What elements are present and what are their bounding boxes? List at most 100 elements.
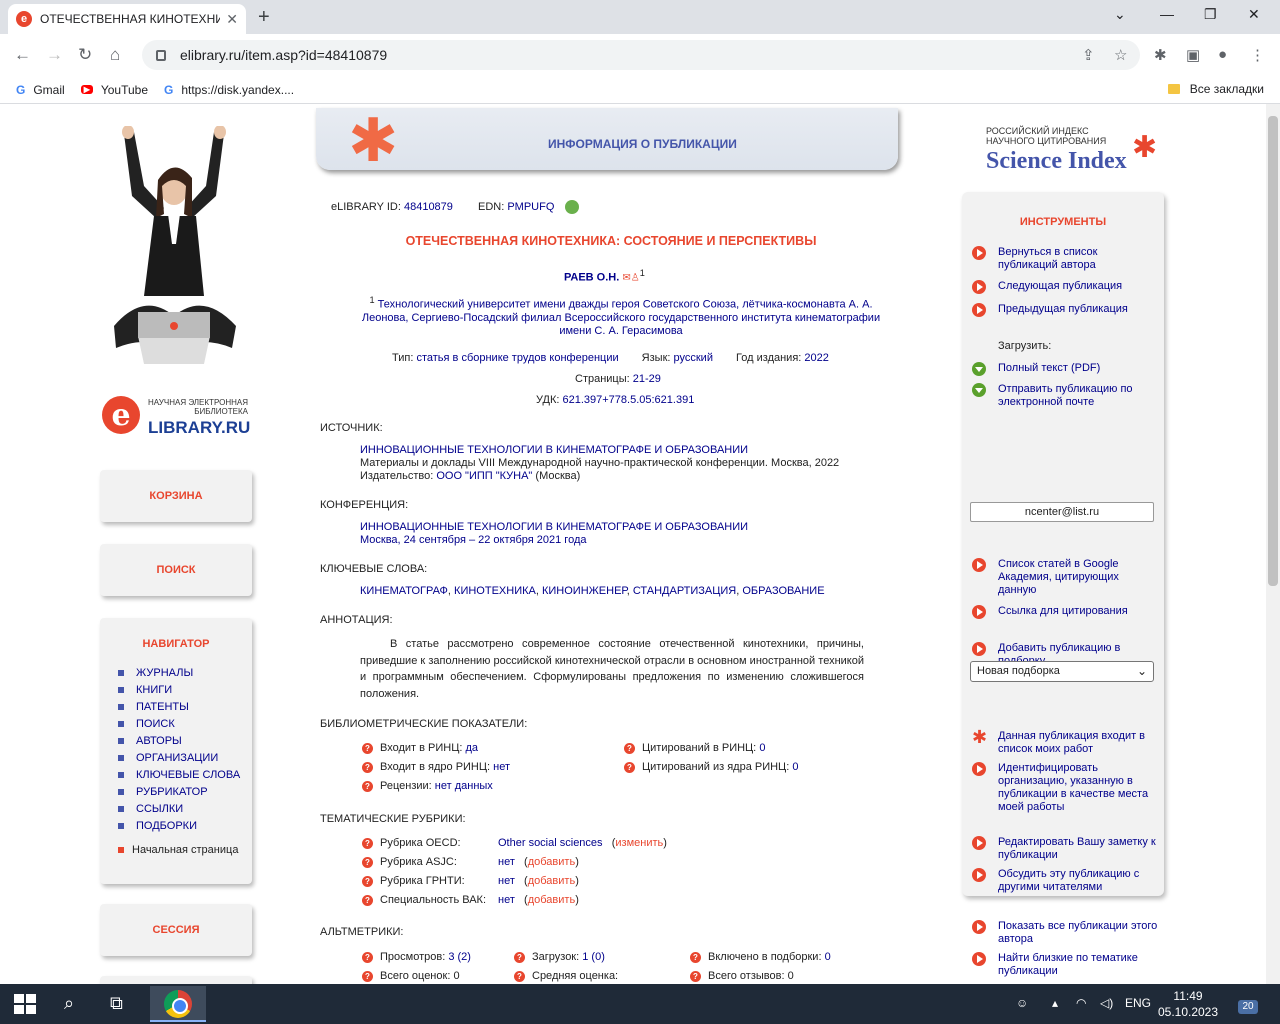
source-title-link[interactable]: ИННОВАЦИОННЫЕ ТЕХНОЛОГИИ В КИНЕМАТОГРАФЕ… — [360, 444, 748, 456]
keyword-link[interactable]: ОБРАЗОВАНИЕ — [742, 585, 824, 597]
network-icon[interactable]: ◠ — [1076, 996, 1086, 1010]
edn-value[interactable]: PMPUFQ — [507, 201, 554, 213]
language-indicator[interactable]: ENG — [1125, 996, 1151, 1010]
google-scholar-citing[interactable]: Список статей в Google Академия, цитирую… — [972, 558, 1158, 597]
science-index-logo[interactable]: РОССИЙСКИЙ ИНДЕКС НАУЧНОГО ЦИТИРОВАНИЯ S… — [986, 126, 1157, 176]
search-button[interactable]: ПОИСК — [100, 544, 252, 596]
address-bar[interactable]: elibrary.ru/item.asp?id=48410879 — [142, 40, 1140, 70]
help-icon[interactable]: ? — [362, 894, 373, 906]
citations-value[interactable]: 0 — [759, 742, 765, 754]
email-input[interactable]: ncenter@list.ru — [970, 502, 1154, 522]
elib-id-value[interactable]: 48410879 — [404, 201, 453, 213]
nav-item-authors[interactable]: АВТОРЫ — [118, 732, 252, 749]
scrollbar[interactable] — [1266, 104, 1280, 984]
help-icon[interactable]: ? — [624, 742, 635, 754]
bookmark-star-icon[interactable]: ☆ — [1114, 46, 1127, 64]
clock[interactable]: 11:49 05.10.2023 — [1156, 988, 1220, 1020]
show-all-author-publications[interactable]: Показать все публикации этого автора — [972, 920, 1158, 946]
fulltext-pdf[interactable]: Полный текст (PDF) — [972, 362, 1158, 376]
sidepanel-icon[interactable]: ▣ — [1186, 46, 1200, 64]
reviews-value[interactable]: нет данных — [435, 780, 493, 792]
send-by-email[interactable]: Отправить публикацию по электронной почт… — [972, 383, 1158, 409]
email-author-icon[interactable]: ✉ — [622, 273, 630, 284]
all-bookmarks[interactable]: Все закладки — [1167, 82, 1264, 96]
help-icon[interactable]: ? — [362, 856, 373, 868]
chrome-taskbar-button[interactable] — [150, 986, 206, 1022]
rubric-action-link[interactable]: добавить — [528, 875, 575, 887]
help-icon[interactable]: ? — [514, 951, 525, 963]
nav-item-patents[interactable]: ПАТЕНТЫ — [118, 698, 252, 715]
views-value[interactable]: 3 (2) — [448, 951, 471, 963]
help-icon[interactable]: ? — [362, 970, 373, 982]
back-to-author-list[interactable]: Вернуться в список публикаций автора — [972, 246, 1158, 272]
share-icon[interactable]: ⇪ — [1082, 46, 1095, 64]
reload-icon[interactable]: ↻ — [78, 45, 92, 65]
keyword-link[interactable]: КИНОТЕХНИКА — [454, 585, 536, 597]
rubric-action-link[interactable]: добавить — [528, 856, 575, 868]
nav-item-keywords[interactable]: КЛЮЧЕВЫЕ СЛОВА — [118, 766, 252, 783]
next-publication[interactable]: Следующая публикация — [972, 280, 1158, 294]
discuss-publication[interactable]: Обсудить эту публикацию с другими читате… — [972, 868, 1158, 894]
menu-icon[interactable]: ⋮ — [1250, 46, 1265, 64]
help-icon[interactable]: ? — [362, 837, 373, 849]
keyword-link[interactable]: КИНОИНЖЕНЕР — [542, 585, 627, 597]
help-icon[interactable]: ? — [514, 970, 525, 982]
nav-item-links[interactable]: ССЫЛКИ — [118, 800, 252, 817]
volume-icon[interactable]: ◁) — [1100, 996, 1113, 1010]
tray-arrow-icon[interactable]: ▴ — [1052, 996, 1058, 1010]
tab-search-icon[interactable]: ⌄ — [1114, 6, 1126, 23]
help-icon[interactable]: ? — [690, 970, 701, 982]
lock-icon[interactable] — [156, 49, 166, 61]
citation-link[interactable]: Ссылка для цитирования — [972, 605, 1158, 619]
bookmark-gmail[interactable]: G Gmail — [16, 83, 65, 97]
keyword-link[interactable]: СТАНДАРТИЗАЦИЯ — [633, 585, 736, 597]
help-icon[interactable]: ? — [362, 761, 373, 773]
notification-badge[interactable]: 20 — [1238, 1000, 1258, 1014]
nav-item-rubricator[interactable]: РУБРИКАТОР — [118, 783, 252, 800]
nav-item-journals[interactable]: ЖУРНАЛЫ — [118, 664, 252, 681]
elibrary-logo[interactable]: e НАУЧНАЯ ЭЛЕКТРОННАЯ БИБЛИОТЕКА LIBRARY… — [102, 394, 252, 440]
task-view-icon[interactable]: ⧉ — [110, 993, 123, 1014]
close-tab-icon[interactable]: ✕ — [226, 11, 238, 28]
bookmark-yandex-disk[interactable]: Ghttps://disk.yandex.... — [164, 83, 294, 97]
nav-item-organizations[interactable]: ОРГАНИЗАЦИИ — [118, 749, 252, 766]
qr-code-icon[interactable] — [565, 200, 580, 214]
nav-home-link[interactable]: Начальная страница — [118, 844, 252, 856]
close-window-icon[interactable]: ✕ — [1248, 6, 1260, 23]
identify-organization[interactable]: Идентифицировать организацию, указанную … — [972, 762, 1158, 814]
nav-item-collections[interactable]: ПОДБОРКИ — [118, 817, 252, 834]
scrollbar-thumb[interactable] — [1268, 116, 1278, 586]
help-icon[interactable]: ? — [624, 761, 635, 773]
author-profile-icon[interactable]: ♙ — [631, 273, 640, 284]
rubric-action-link[interactable]: изменить — [615, 837, 663, 849]
help-icon[interactable]: ? — [362, 875, 373, 887]
browser-tab[interactable]: e ОТЕЧЕСТВЕННАЯ КИНОТЕХНИКА ✕ — [8, 4, 246, 34]
nav-item-search[interactable]: ПОИСК — [118, 715, 252, 732]
core-citations-value[interactable]: 0 — [792, 761, 798, 773]
help-icon[interactable]: ? — [362, 742, 373, 754]
find-similar-publications[interactable]: Найти близкие по тематике публикации — [972, 952, 1158, 978]
help-icon[interactable]: ? — [690, 951, 701, 963]
rinc-value[interactable]: да — [465, 742, 478, 754]
downloads-value[interactable]: 1 (0) — [582, 951, 605, 963]
publisher-link[interactable]: ООО "ИПП "КУНА" — [436, 470, 532, 482]
session-panel[interactable]: СЕССИЯ — [100, 904, 252, 956]
previous-publication[interactable]: Предыдущая публикация — [972, 303, 1158, 317]
extensions-icon[interactable]: ✱ — [1154, 46, 1167, 64]
profile-icon[interactable]: ● — [1218, 46, 1227, 63]
collection-select[interactable]: Новая подборка ⌄ — [970, 661, 1154, 682]
forward-icon[interactable]: → — [46, 45, 63, 65]
conference-title-link[interactable]: ИННОВАЦИОННЫЕ ТЕХНОЛОГИИ В КИНЕМАТОГРАФЕ… — [360, 521, 748, 533]
new-tab-icon[interactable]: + — [258, 6, 270, 29]
search-icon[interactable]: ⌕ — [64, 993, 74, 1014]
my-works-link[interactable]: ✱ Данная публикация входит в список моих … — [972, 728, 1158, 756]
back-icon[interactable]: ← — [14, 45, 31, 65]
restore-icon[interactable]: ❐ — [1204, 6, 1217, 23]
help-icon[interactable]: ? — [362, 780, 373, 792]
edit-note[interactable]: Редактировать Вашу заметку к публикации — [972, 836, 1158, 862]
author-name[interactable]: РАЕВ О.Н. — [564, 272, 619, 284]
bookmark-youtube[interactable]: ▶ YouTube — [80, 83, 148, 97]
people-icon[interactable]: ☺ — [1016, 996, 1028, 1010]
home-icon[interactable]: ⌂ — [110, 45, 120, 65]
cart-button[interactable]: КОРЗИНА — [100, 470, 252, 522]
